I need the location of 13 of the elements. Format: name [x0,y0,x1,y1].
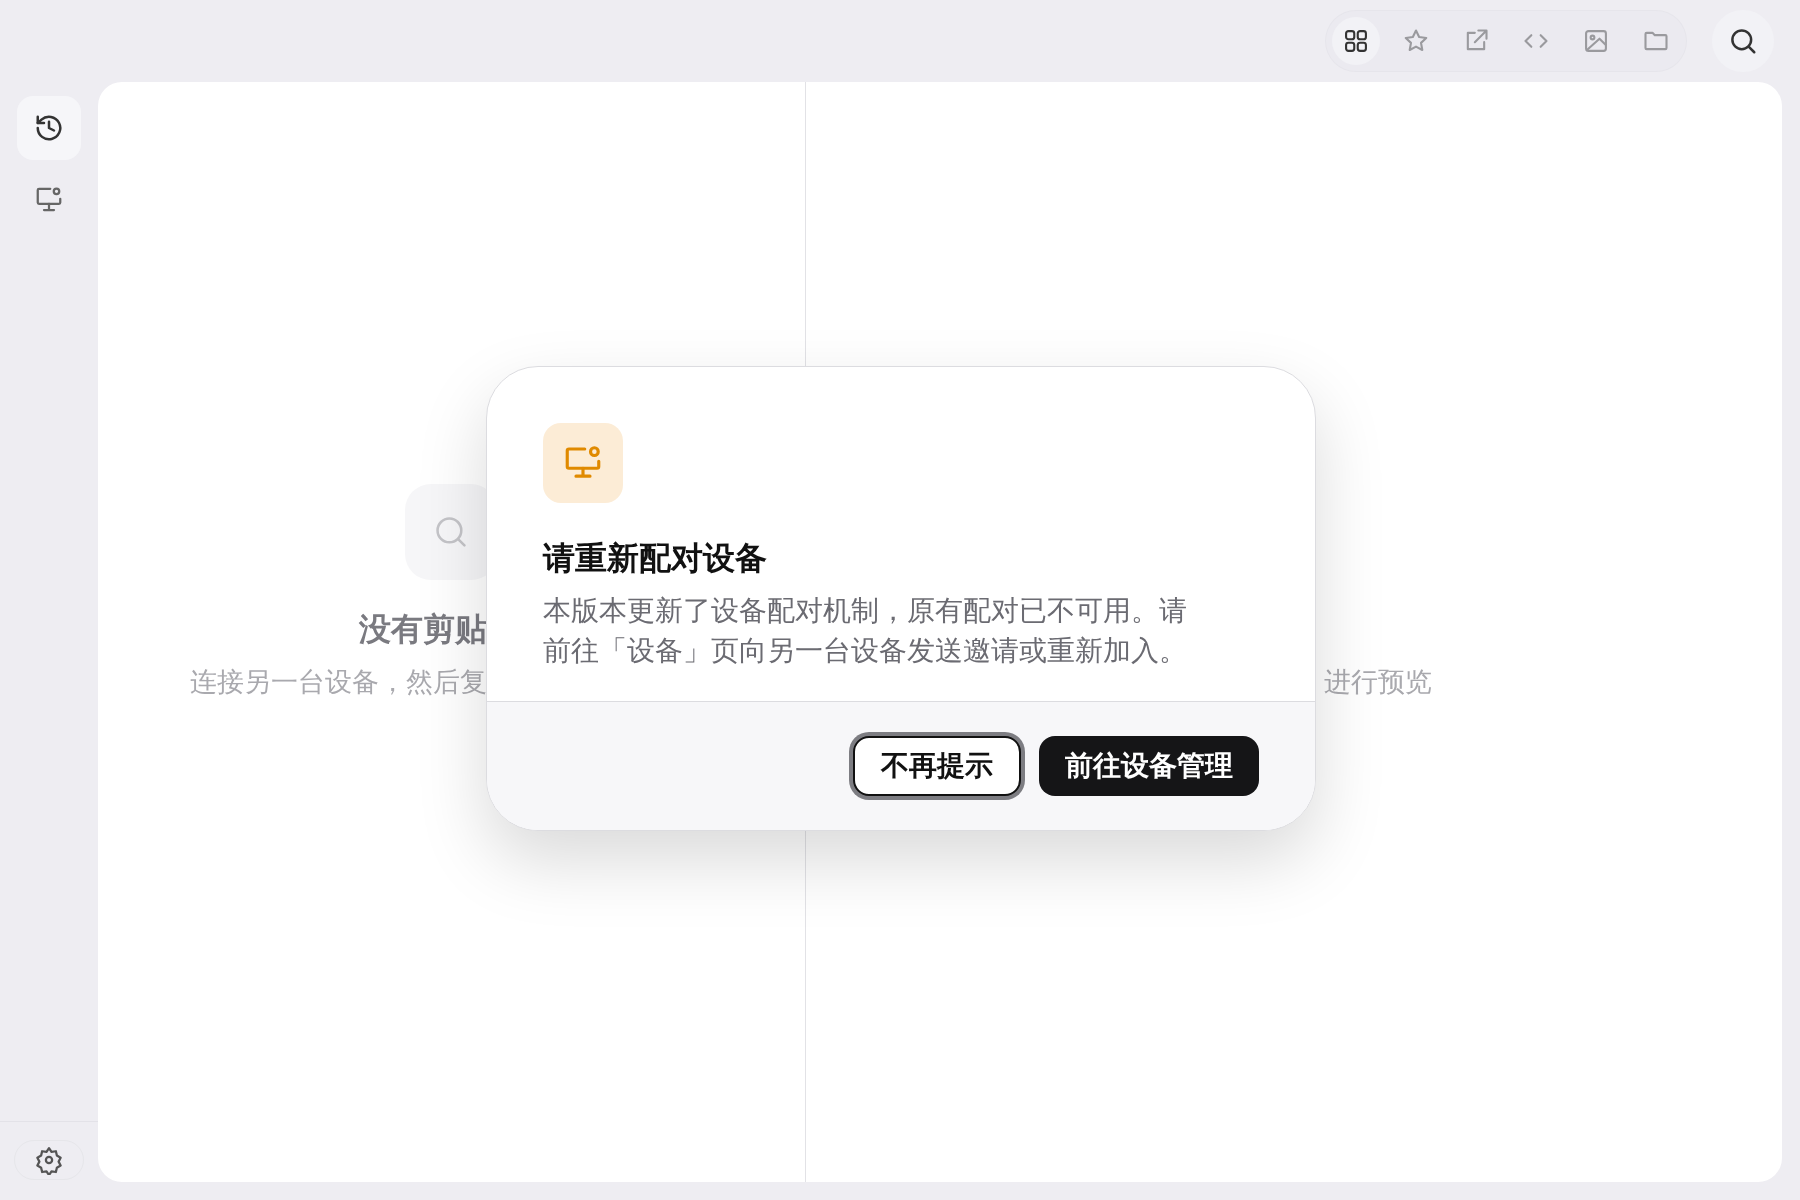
empty-description: 连接另一台设备，然后复 [190,665,487,699]
dialog-message: 本版本更新了设备配对机制，原有配对已不可用。请前往「设备」页向另一台设备发送邀请或重新加入。 [543,593,1188,669]
grid-button[interactable] [1332,17,1380,65]
empty-description: 进行预览 [1324,665,1433,699]
history-button[interactable] [17,96,81,160]
settings-icon [34,1145,64,1175]
image-icon [1582,27,1610,55]
grid-icon [1342,27,1370,55]
empty-title: 没有剪贴 [359,609,487,650]
dialog-title: 请重新配对设备 [543,538,768,579]
search-icon [1728,26,1758,56]
go-to-devices-button[interactable]: 前往设备管理 [1039,736,1259,796]
history-icon [34,113,64,143]
